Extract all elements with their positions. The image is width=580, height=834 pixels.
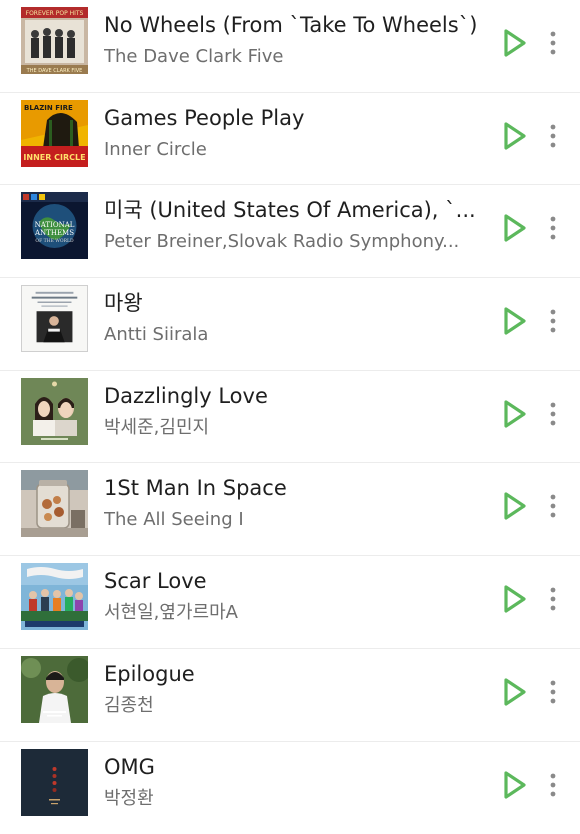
track-artist: Peter Breiner,Slovak Radio Symphony...: [104, 229, 476, 255]
track-artist: Antti Siirala: [104, 322, 476, 348]
track-row[interactable]: Epilogue 김종천: [0, 649, 580, 742]
track-artist: 박정환: [104, 786, 476, 812]
track-title: Dazzlingly Love: [104, 381, 492, 411]
play-icon: [502, 491, 528, 521]
album-art: FOREVER POP HITS THE DAVE CLARK FIVE: [21, 7, 88, 74]
album-art: [21, 470, 88, 537]
track-artist: Inner Circle: [104, 137, 476, 163]
track-row[interactable]: FOREVER POP HITS THE DAVE CLARK FIVE No …: [0, 0, 580, 93]
play-button[interactable]: [502, 213, 528, 243]
album-art: BLAZIN FIRE INNER CIRCLE: [21, 100, 88, 167]
album-art: [21, 378, 88, 445]
more-vertical-icon: [550, 212, 556, 244]
album-art-banner: FOREVER POP HITS: [26, 10, 84, 17]
play-button[interactable]: [502, 399, 528, 429]
track-artist: 김종천: [104, 693, 476, 719]
track-title: Epilogue: [104, 659, 492, 689]
track-row[interactable]: NATIONAL ANTHEMS OF THE WORLD 미국 (United…: [0, 185, 580, 278]
play-button[interactable]: [502, 677, 528, 707]
album-art-text-2: ANTHEMS: [34, 229, 74, 237]
play-icon: [502, 677, 528, 707]
album-art-text-3: OF THE WORLD: [35, 238, 74, 244]
more-vertical-icon: [550, 398, 556, 430]
play-icon: [502, 399, 528, 429]
play-button[interactable]: [502, 28, 528, 58]
track-title: Games People Play: [104, 103, 492, 133]
track-artist: The All Seeing I: [104, 507, 476, 533]
more-options-button[interactable]: [542, 120, 564, 152]
more-options-button[interactable]: [542, 676, 564, 708]
track-title: 미국 (United States Of America), `...: [104, 195, 492, 225]
more-vertical-icon: [550, 120, 556, 152]
more-options-button[interactable]: [542, 305, 564, 337]
play-icon: [502, 213, 528, 243]
album-art-footer: THE DAVE CLARK FIVE: [26, 68, 83, 74]
track-row[interactable]: Scar Love 서현일,옆가르마A: [0, 556, 580, 649]
track-artist: 서현일,옆가르마A: [104, 600, 476, 626]
track-title: OMG: [104, 752, 492, 782]
track-row[interactable]: 1St Man In Space The All Seeing I: [0, 463, 580, 556]
more-vertical-icon: [550, 769, 556, 801]
more-options-button[interactable]: [542, 769, 564, 801]
track-artist: 박세준,김민지: [104, 415, 476, 441]
album-art: NATIONAL ANTHEMS OF THE WORLD: [21, 192, 88, 259]
album-art: [21, 749, 88, 816]
track-row[interactable]: Dazzlingly Love 박세준,김민지: [0, 371, 580, 464]
more-vertical-icon: [550, 305, 556, 337]
album-art: [21, 656, 88, 723]
more-options-button[interactable]: [542, 583, 564, 615]
album-art-bottom-text: INNER CIRCLE: [23, 153, 85, 162]
play-button[interactable]: [502, 491, 528, 521]
more-vertical-icon: [550, 583, 556, 615]
more-options-button[interactable]: [542, 27, 564, 59]
track-title: No Wheels (From `Take To Wheels`): [104, 10, 492, 40]
album-art-text-1: NATIONAL: [35, 221, 75, 229]
track-title: 1St Man In Space: [104, 473, 492, 503]
play-button[interactable]: [502, 306, 528, 336]
track-row[interactable]: OMG 박정환: [0, 742, 580, 834]
play-icon: [502, 584, 528, 614]
track-row[interactable]: 마왕 Antti Siirala: [0, 278, 580, 371]
play-button[interactable]: [502, 121, 528, 151]
more-options-button[interactable]: [542, 212, 564, 244]
track-title: Scar Love: [104, 566, 492, 596]
play-icon: [502, 770, 528, 800]
track-row[interactable]: BLAZIN FIRE INNER CIRCLE Games People Pl…: [0, 93, 580, 186]
album-art-top-text: BLAZIN FIRE: [24, 104, 73, 112]
more-vertical-icon: [550, 27, 556, 59]
play-icon: [502, 306, 528, 336]
track-title: 마왕: [104, 288, 492, 318]
play-icon: [502, 28, 528, 58]
album-art: [21, 563, 88, 630]
album-art: [21, 285, 88, 352]
more-vertical-icon: [550, 676, 556, 708]
track-list: FOREVER POP HITS THE DAVE CLARK FIVE No …: [0, 0, 580, 834]
more-options-button[interactable]: [542, 398, 564, 430]
play-button[interactable]: [502, 584, 528, 614]
more-options-button[interactable]: [542, 490, 564, 522]
more-vertical-icon: [550, 490, 556, 522]
track-artist: The Dave Clark Five: [104, 44, 476, 70]
play-icon: [502, 121, 528, 151]
play-button[interactable]: [502, 770, 528, 800]
